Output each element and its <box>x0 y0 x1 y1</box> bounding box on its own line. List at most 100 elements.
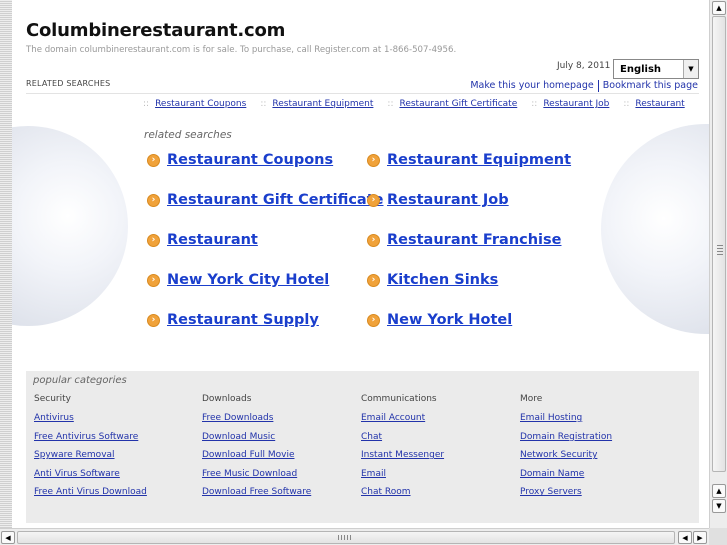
category-link[interactable]: Download Full Movie <box>202 450 311 460</box>
related-searches-bar: :: Restaurant Coupons :: Restaurant Equipm… <box>143 99 703 109</box>
related-bar-item: :: Restaurant Job <box>531 99 610 109</box>
category-link[interactable]: Domain Name <box>520 469 612 479</box>
arrow-right-icon: › <box>147 313 160 327</box>
arrow-right-icon: › <box>147 153 160 167</box>
arrow-left-icon[interactable]: ◀ <box>678 531 692 544</box>
related-link-item[interactable]: › New York City Hotel <box>147 272 329 288</box>
arrow-right-icon: › <box>367 273 380 287</box>
arrow-right-icon: › <box>147 193 160 207</box>
category-column-security: Security Antivirus Free Antivirus Softwa… <box>34 394 147 506</box>
category-link[interactable]: Email <box>361 469 444 479</box>
related-bar-item: :: Restaurant Coupons <box>143 99 247 109</box>
category-title: Security <box>34 394 71 404</box>
related-bar-link[interactable]: Restaurant Equipment <box>272 99 373 109</box>
category-link[interactable]: Email Hosting <box>520 413 612 423</box>
arrow-right-icon: › <box>367 193 380 207</box>
related-link[interactable]: Restaurant Job <box>387 192 509 208</box>
chevron-down-icon[interactable]: ▼ <box>683 60 698 78</box>
related-bar-item: :: Restaurant Equipment <box>260 99 374 109</box>
arrow-left-icon[interactable]: ◀ <box>1 531 15 544</box>
grip-icon <box>338 535 352 540</box>
related-link-item[interactable]: › Restaurant Job <box>367 192 509 208</box>
category-link[interactable]: Proxy Servers <box>520 487 612 497</box>
arrow-right-icon: › <box>147 233 160 247</box>
category-link[interactable]: Spyware Removal <box>34 450 147 460</box>
window-left-edge <box>0 0 12 528</box>
decorative-sphere-right <box>601 124 709 334</box>
category-link[interactable]: Chat Room <box>361 487 444 497</box>
related-link-item[interactable]: › Restaurant Gift Certificate <box>147 192 384 208</box>
language-value: English <box>620 64 662 75</box>
category-link[interactable]: Instant Messenger <box>361 450 444 460</box>
category-link[interactable]: Free Downloads <box>202 413 311 423</box>
related-link[interactable]: Restaurant <box>167 232 258 248</box>
arrow-right-icon[interactable]: ▶ <box>693 531 707 544</box>
category-link[interactable]: Free Music Download <box>202 469 311 479</box>
related-link-item[interactable]: › Restaurant <box>147 232 258 248</box>
arrow-right-icon: › <box>367 233 380 247</box>
page-content: Columbinerestaurant.com The domain colum… <box>12 0 709 528</box>
category-link[interactable]: Anti Virus Software <box>34 469 147 479</box>
arrow-right-icon: › <box>367 153 380 167</box>
vertical-scrollbar[interactable]: ▲ ▲ ▼ <box>709 0 727 528</box>
popular-categories-panel: popular categories Security Antivirus Fr… <box>26 371 699 523</box>
category-link[interactable]: Download Music <box>202 432 311 442</box>
vertical-scroll-thumb[interactable] <box>712 16 726 472</box>
category-title: Downloads <box>202 394 252 404</box>
related-link-item[interactable]: › Restaurant Coupons <box>147 152 333 168</box>
category-column-more: More Email Hosting Domain Registration N… <box>520 394 612 506</box>
popular-categories-heading: popular categories <box>33 375 127 386</box>
date-label: July 8, 2011 <box>557 61 611 71</box>
related-link[interactable]: Restaurant Gift Certificate <box>167 192 384 208</box>
horizontal-scroll-thumb[interactable] <box>17 531 675 544</box>
related-link[interactable]: New York Hotel <box>387 312 512 328</box>
related-link-item[interactable]: › Restaurant Franchise <box>367 232 562 248</box>
category-link[interactable]: Free Antivirus Software <box>34 432 147 442</box>
arrow-down-icon[interactable]: ▼ <box>712 499 726 513</box>
category-link[interactable]: Antivirus <box>34 413 147 423</box>
category-link[interactable]: Email Account <box>361 413 444 423</box>
browser-viewport: Columbinerestaurant.com The domain colum… <box>0 0 727 545</box>
category-link[interactable]: Free Anti Virus Download <box>34 487 147 497</box>
arrow-up-icon[interactable]: ▲ <box>712 1 726 15</box>
related-link[interactable]: Restaurant Coupons <box>167 152 333 168</box>
arrow-up-icon[interactable]: ▲ <box>712 484 726 498</box>
related-link[interactable]: Restaurant Equipment <box>387 152 571 168</box>
arrow-right-icon: › <box>367 313 380 327</box>
page-title: Columbinerestaurant.com <box>26 20 286 41</box>
related-link-item[interactable]: › Restaurant Equipment <box>367 152 571 168</box>
header-divider <box>26 93 699 94</box>
category-link[interactable]: Domain Registration <box>520 432 612 442</box>
related-bar-item: :: Restaurant Gift Certificate <box>387 99 518 109</box>
related-bar-link[interactable]: Restaurant Job <box>543 99 609 109</box>
related-searches-heading: related searches <box>144 129 232 141</box>
related-link-item[interactable]: › New York Hotel <box>367 312 512 328</box>
category-link[interactable]: Network Security <box>520 450 612 460</box>
language-select[interactable]: English ▼ <box>613 59 699 79</box>
category-column-communications: Communications Email Account Chat Instan… <box>361 394 444 506</box>
grip-icon <box>717 243 723 255</box>
sale-notice: The domain columbinerestaurant.com is fo… <box>26 45 457 55</box>
related-link-item[interactable]: › Kitchen Sinks <box>367 272 498 288</box>
category-title: Communications <box>361 394 437 404</box>
related-bar-link[interactable]: Restaurant Coupons <box>155 99 246 109</box>
related-link[interactable]: New York City Hotel <box>167 272 329 288</box>
related-searches-label: RELATED SEARCHES <box>26 79 111 88</box>
related-bar-link[interactable]: Restaurant <box>635 99 684 109</box>
bookmark-link[interactable]: Bookmark this page <box>603 80 698 92</box>
category-link[interactable]: Chat <box>361 432 444 442</box>
related-link[interactable]: Restaurant Supply <box>167 312 319 328</box>
related-link[interactable]: Kitchen Sinks <box>387 272 498 288</box>
related-bar-item: :: Restaurant <box>623 99 685 109</box>
horizontal-scrollbar[interactable]: ◀ ◀ ▶ <box>0 528 709 545</box>
related-link-item[interactable]: › Restaurant Supply <box>147 312 319 328</box>
top-links: Make this your homepage Bookmark this pa… <box>470 80 698 92</box>
related-bar-link[interactable]: Restaurant Gift Certificate <box>399 99 517 109</box>
make-homepage-link[interactable]: Make this your homepage <box>470 80 593 92</box>
category-link[interactable]: Download Free Software <box>202 487 311 497</box>
related-link[interactable]: Restaurant Franchise <box>387 232 562 248</box>
link-divider <box>597 80 599 92</box>
category-title: More <box>520 394 543 404</box>
decorative-sphere-left <box>12 126 128 326</box>
arrow-right-icon: › <box>147 273 160 287</box>
